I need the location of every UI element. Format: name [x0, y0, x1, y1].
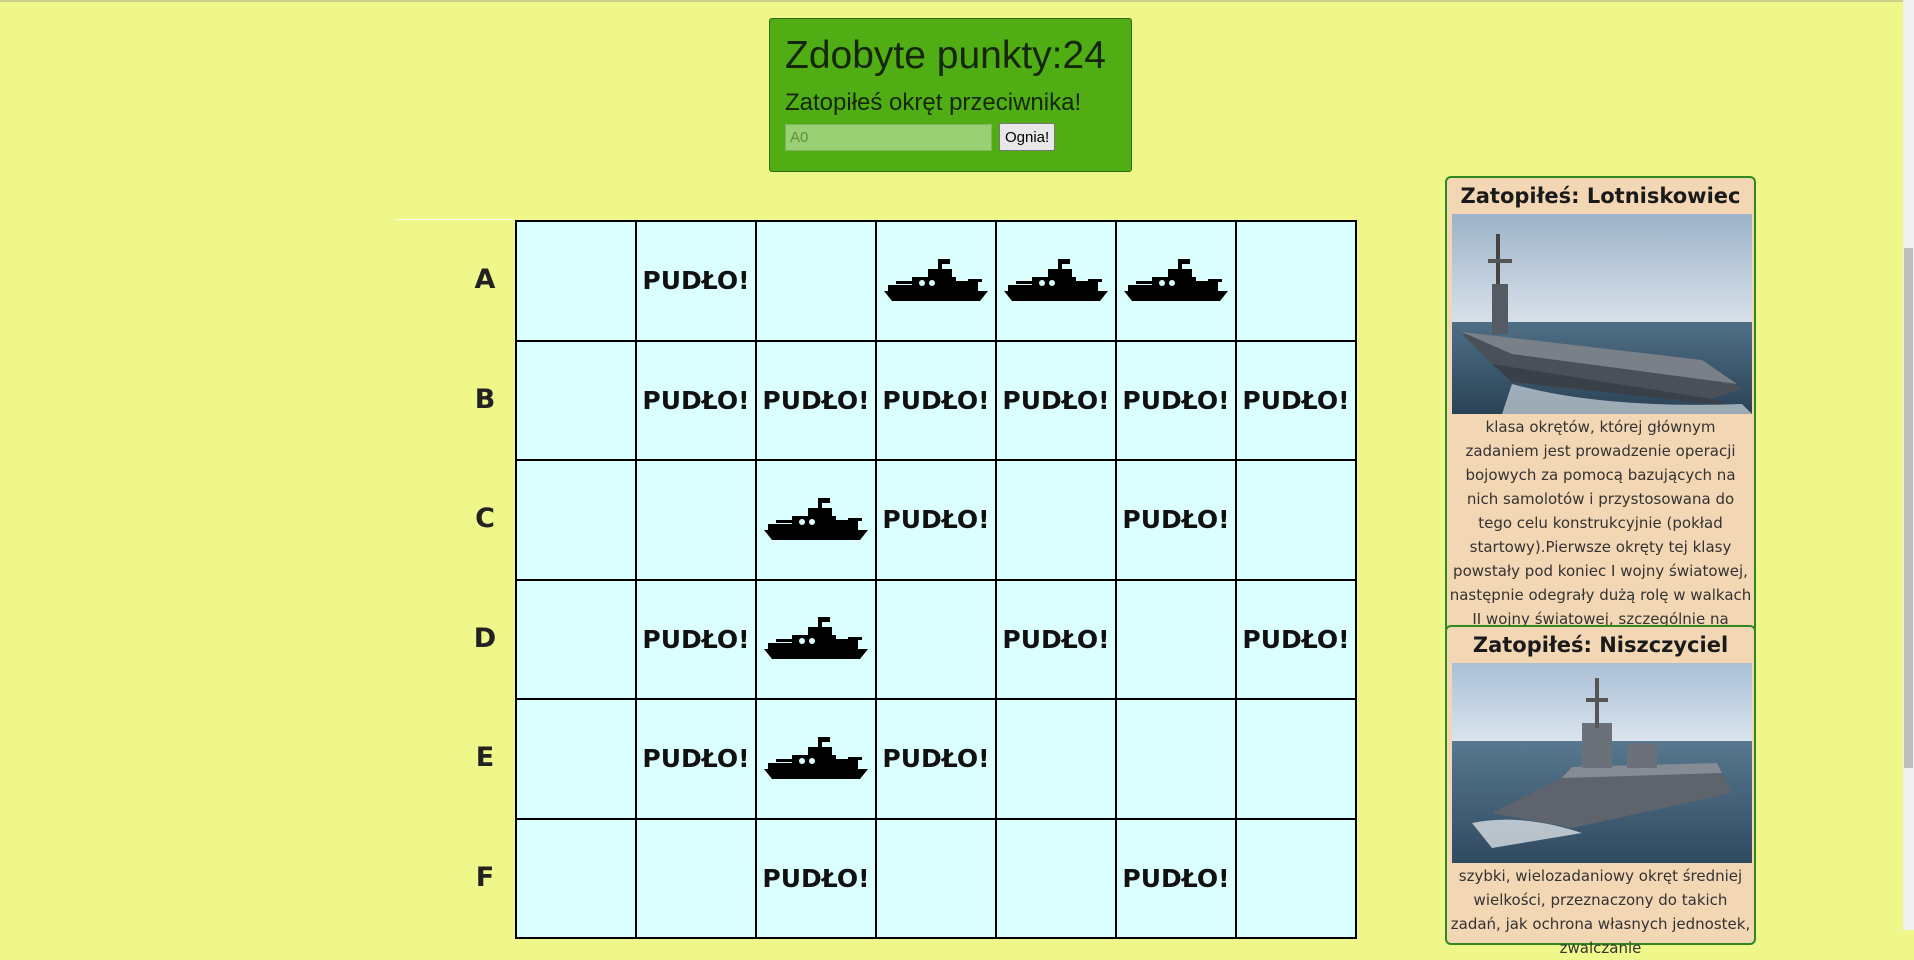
- battleship-icon: [1004, 258, 1108, 301]
- board-cell-b1[interactable]: PUDŁO!: [637, 341, 757, 461]
- battleship-icon: [1124, 258, 1228, 301]
- board-cell-c5[interactable]: PUDŁO!: [1117, 461, 1237, 581]
- miss-marker: PUDŁO!: [1122, 385, 1230, 415]
- board-cell-e2[interactable]: [757, 700, 877, 820]
- board-cell-f1[interactable]: [637, 819, 757, 939]
- board-cell-a0[interactable]: [517, 222, 637, 342]
- board-cell-e6[interactable]: [1237, 700, 1357, 820]
- card-title: Zatopiłeś: Lotniskowiec: [1460, 184, 1741, 208]
- board-cell-d6[interactable]: PUDŁO!: [1237, 580, 1357, 700]
- board-cell-a6[interactable]: [1237, 222, 1357, 342]
- miss-marker: PUDŁO!: [882, 744, 990, 774]
- row-label: B: [474, 383, 496, 415]
- card-description: szybki, wielozadaniowy okręt średniej wi…: [1450, 867, 1751, 957]
- battleship-icon: [764, 617, 868, 660]
- game-board: PUDŁO! PUDŁO! PUDŁO! PUDŁO! PUDŁO! PUDŁO! PUDŁ…: [515, 220, 1357, 939]
- row-label: E: [475, 742, 495, 774]
- info-card-destroyer: Zatopiłeś: Niszczyciel szybki, wielozada…: [1445, 625, 1756, 957]
- board-cell-f6[interactable]: [1237, 819, 1357, 939]
- card-description: klasa okrętów, której głównym zadaniem j…: [1449, 418, 1752, 652]
- battleship-icon: [764, 736, 868, 779]
- miss-marker: PUDŁO!: [1002, 624, 1110, 654]
- board-cell-f0[interactable]: [517, 819, 637, 939]
- board-cell-e3[interactable]: PUDŁO!: [877, 700, 997, 820]
- board-cell-c2[interactable]: [757, 461, 877, 581]
- board-cell-b6[interactable]: PUDŁO!: [1237, 341, 1357, 461]
- fire-form: Ognia!: [785, 123, 1131, 151]
- battleship-icon: [884, 258, 988, 301]
- miss-marker: PUDŁO!: [642, 744, 750, 774]
- miss-marker: PUDŁO!: [642, 624, 750, 654]
- board-cell-a2[interactable]: [757, 222, 877, 342]
- board-cell-b0[interactable]: [517, 341, 637, 461]
- board-cell-c0[interactable]: [517, 461, 637, 581]
- coordinate-input[interactable]: [785, 123, 992, 151]
- battleship-icon: [764, 497, 868, 540]
- page-scrollbar[interactable]: [1903, 0, 1914, 930]
- board-cell-c6[interactable]: [1237, 461, 1357, 581]
- board-cell-c4[interactable]: [997, 461, 1117, 581]
- top-border: [0, 0, 1914, 2]
- board-cell-d5[interactable]: [1117, 580, 1237, 700]
- miss-marker: PUDŁO!: [1122, 863, 1230, 893]
- miss-marker: PUDŁO!: [1002, 385, 1110, 415]
- board-cell-c1[interactable]: [637, 461, 757, 581]
- board-cell-d1[interactable]: PUDŁO!: [637, 580, 757, 700]
- score-display: Zdobyte punkty:24: [785, 33, 1131, 79]
- board-cell-b3[interactable]: PUDŁO!: [877, 341, 997, 461]
- board-cell-b4[interactable]: PUDŁO!: [997, 341, 1117, 461]
- status-message: Zatopiłeś okręt przeciwnika!: [785, 89, 1082, 116]
- board-cell-a4[interactable]: [997, 222, 1117, 342]
- board-cell-e4[interactable]: [997, 700, 1117, 820]
- row-label: A: [474, 264, 496, 296]
- miss-marker: PUDŁO!: [762, 863, 870, 893]
- score-panel: Zdobyte punkty:24 Zatopiłeś okręt przeci…: [769, 18, 1132, 172]
- miss-marker: PUDŁO!: [1242, 624, 1350, 654]
- card-title: Zatopiłeś: Niszczyciel: [1472, 633, 1729, 657]
- row-label: D: [473, 622, 497, 654]
- board-cell-d4[interactable]: PUDŁO!: [997, 580, 1117, 700]
- miss-marker: PUDŁO!: [1242, 385, 1350, 415]
- miss-marker: PUDŁO!: [642, 385, 750, 415]
- row-label: F: [475, 861, 495, 893]
- board-cell-b2[interactable]: PUDŁO!: [757, 341, 877, 461]
- board-cell-a5[interactable]: [1117, 222, 1237, 342]
- fire-button[interactable]: Ognia!: [999, 123, 1056, 151]
- info-card-carrier: Zatopiłeś: Lotniskowiec klasa okrętów, k…: [1445, 176, 1756, 657]
- board-cell-d0[interactable]: [517, 580, 637, 700]
- board-cell-f3[interactable]: [877, 819, 997, 939]
- board-cell-c3[interactable]: PUDŁO!: [877, 461, 997, 581]
- destroyer-image: [1452, 663, 1752, 863]
- miss-marker: PUDŁO!: [882, 505, 990, 535]
- board-cell-f5[interactable]: PUDŁO!: [1117, 819, 1237, 939]
- board-cell-d2[interactable]: [757, 580, 877, 700]
- board-cell-f4[interactable]: [997, 819, 1117, 939]
- row-labels: A B C D E F: [455, 220, 515, 937]
- board-cell-b5[interactable]: PUDŁO!: [1117, 341, 1237, 461]
- miss-marker: PUDŁO!: [882, 385, 990, 415]
- score-label: Zdobyte punkty:: [785, 34, 1063, 77]
- board-cell-f2[interactable]: PUDŁO!: [757, 819, 877, 939]
- board-cell-e5[interactable]: [1117, 700, 1237, 820]
- miss-marker: PUDŁO!: [1122, 505, 1230, 535]
- board-cell-e0[interactable]: [517, 700, 637, 820]
- board-cell-a1[interactable]: PUDŁO!: [637, 222, 757, 342]
- board-cell-a3[interactable]: [877, 222, 997, 342]
- board-cell-e1[interactable]: PUDŁO!: [637, 700, 757, 820]
- miss-marker: PUDŁO!: [762, 385, 870, 415]
- score-value: 24: [1062, 34, 1106, 77]
- board-cell-d3[interactable]: [877, 580, 997, 700]
- scrollbar-thumb[interactable]: [1904, 248, 1913, 768]
- miss-marker: PUDŁO!: [642, 266, 750, 296]
- row-label: C: [475, 503, 495, 535]
- aircraft-carrier-image: [1452, 214, 1752, 414]
